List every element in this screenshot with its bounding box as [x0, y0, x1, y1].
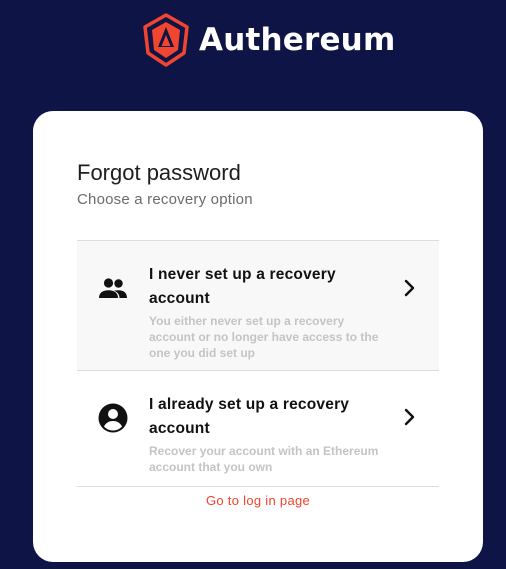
option-existing-recovery-account[interactable]: I already set up a recovery account Reco… — [77, 371, 439, 487]
chevron-right-icon — [404, 408, 415, 426]
recovery-options-list: I never set up a recovery account You ei… — [77, 240, 439, 487]
option-description: You either never set up a recovery accou… — [149, 314, 379, 360]
page-title: Forgot password — [77, 160, 241, 185]
option-body: I never set up a recovery account You ei… — [149, 263, 379, 361]
option-title: I already set up a recovery account — [149, 396, 350, 437]
page-subtitle: Choose a recovery option — [77, 191, 253, 208]
account-circle-icon — [98, 403, 128, 433]
header: Authereum — [0, 0, 506, 90]
option-no-recovery-account[interactable]: I never set up a recovery account You ei… — [77, 241, 439, 371]
people-icon — [99, 278, 127, 298]
go-to-login-link[interactable]: Go to log in page — [33, 493, 483, 508]
chevron-right-icon — [404, 279, 415, 297]
authereum-logo-icon — [143, 13, 189, 67]
option-description: Recover your account with an Ethereum ac… — [149, 444, 379, 474]
option-title: I never set up a recovery account — [149, 266, 336, 307]
forgot-password-card: Forgot password Choose a recovery option… — [33, 111, 483, 562]
brand-name: Authereum — [199, 22, 396, 58]
option-body: I already set up a recovery account Reco… — [149, 393, 379, 475]
brand-logo[interactable]: Authereum — [143, 13, 395, 67]
